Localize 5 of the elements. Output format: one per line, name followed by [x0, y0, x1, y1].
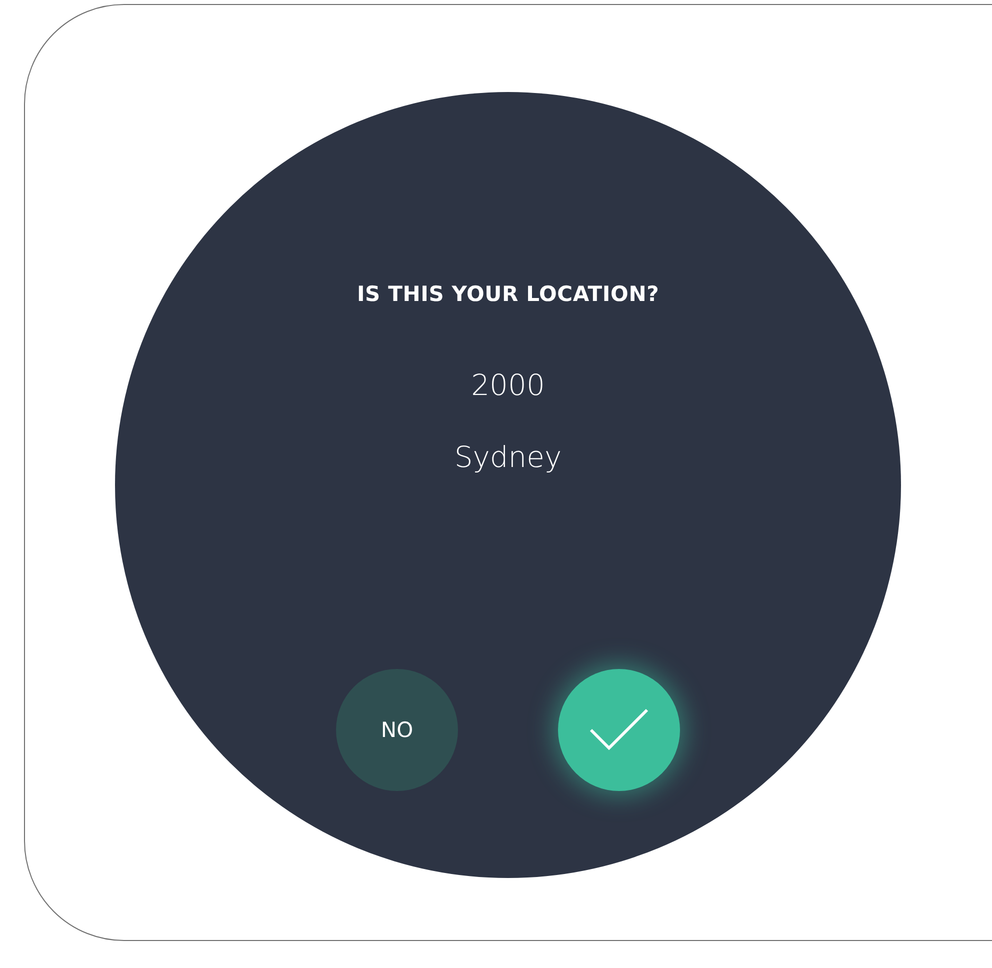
dialog-title: IS THIS YOUR LOCATION?: [356, 282, 660, 306]
city-text: Sydney: [454, 440, 562, 474]
postcode-text: 2000: [471, 368, 545, 402]
no-button[interactable]: NO: [336, 669, 458, 791]
checkmark-icon: [589, 708, 649, 752]
